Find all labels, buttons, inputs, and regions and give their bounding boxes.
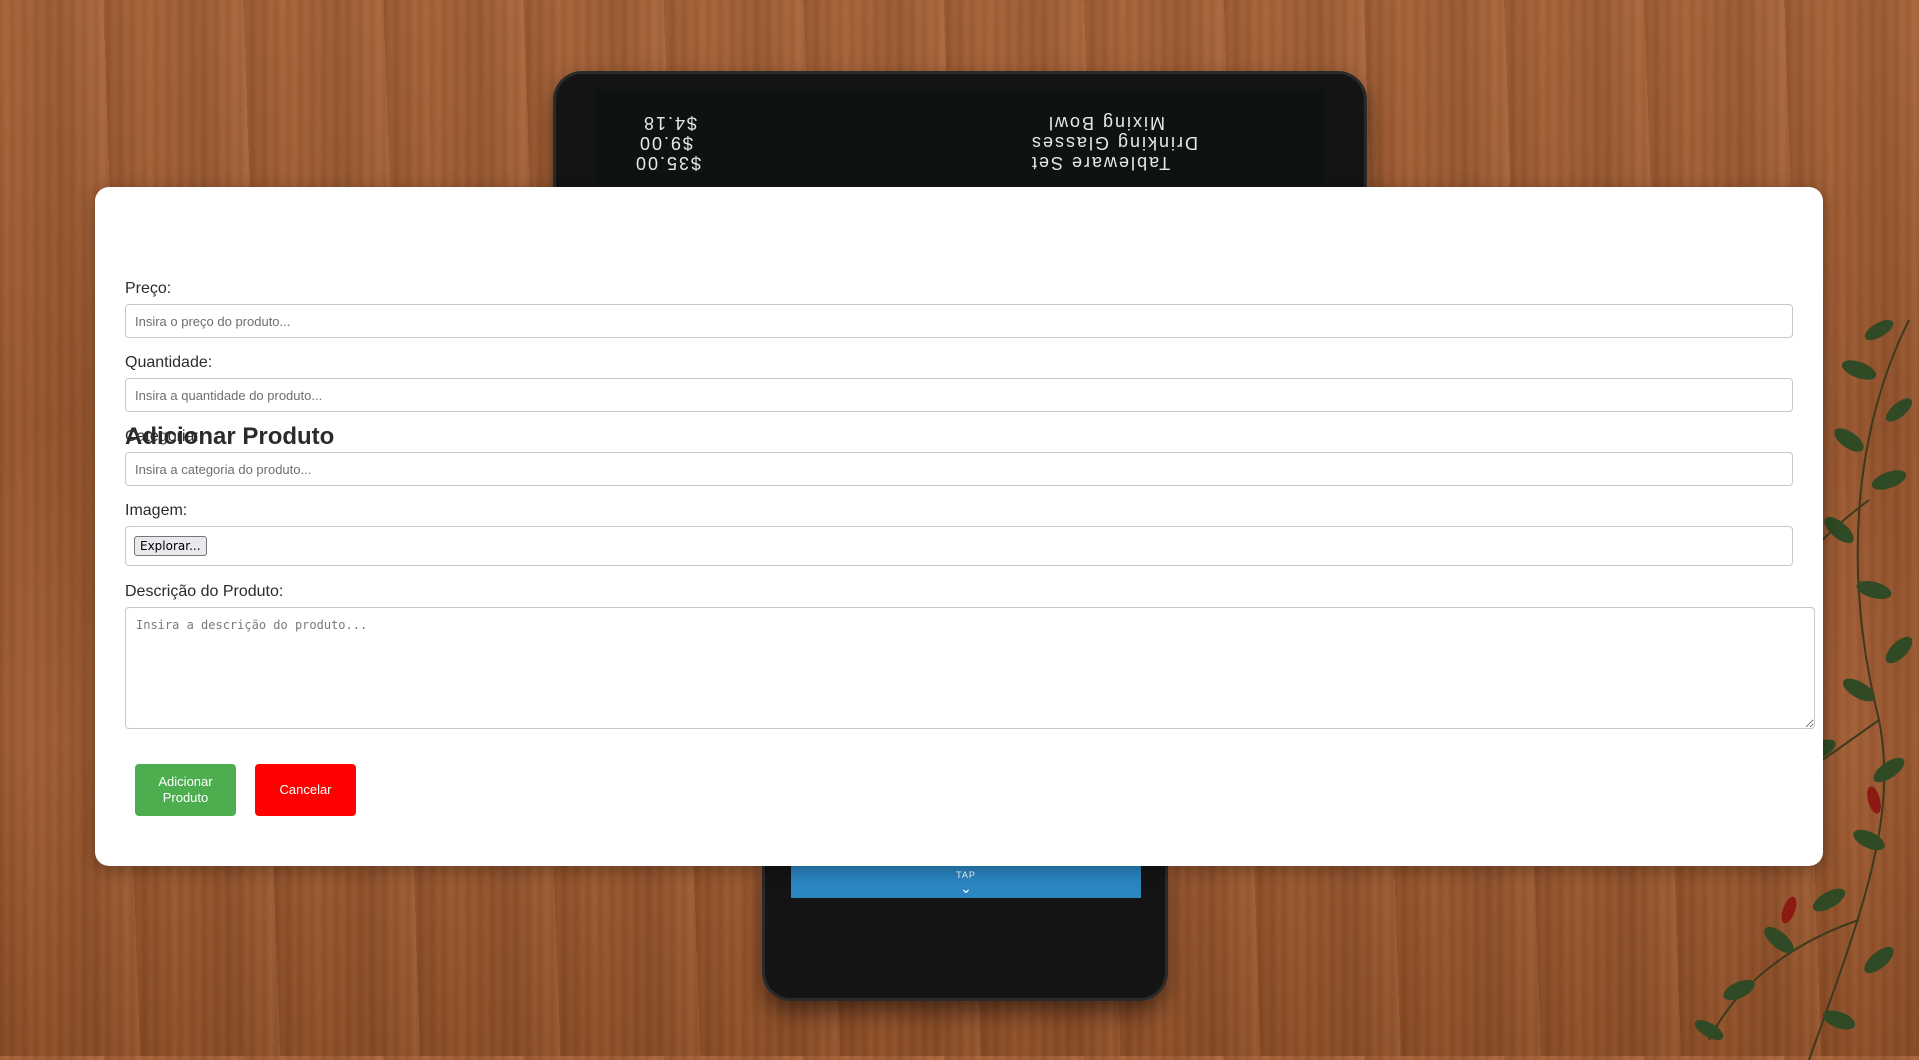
price-input[interactable] <box>125 304 1793 338</box>
browse-file-button[interactable]: Explorar... <box>134 536 207 556</box>
add-product-button[interactable]: Adicionar Produto <box>135 764 236 816</box>
image-file-input[interactable]: Explorar... <box>125 526 1793 566</box>
receipt-item-name: Tableware Set <box>1030 153 1171 173</box>
tap-bar: TAP ⌄ <box>791 866 1141 898</box>
add-product-modal: Adicionar Produto Preço: Quantidade: Cat… <box>95 187 1823 866</box>
receipt-item-name: Drinking Glasses <box>1030 133 1199 153</box>
category-label: Categoria: <box>125 428 199 445</box>
price-label: Preço: <box>125 280 172 297</box>
cancel-button[interactable]: Cancelar <box>255 764 356 816</box>
quantity-input[interactable] <box>125 378 1793 412</box>
category-input[interactable] <box>125 452 1793 486</box>
receipt-item-price: $9.00 <box>638 133 694 153</box>
background-tablet-bottom: TAP ⌄ <box>765 860 1165 998</box>
description-textarea[interactable] <box>125 607 1815 729</box>
tap-label: TAP <box>956 870 976 880</box>
quantity-label: Quantidade: <box>125 354 213 371</box>
chevron-down-icon: ⌄ <box>960 880 972 896</box>
image-label: Imagem: <box>125 502 188 519</box>
receipt-item-price: $35.00 <box>634 153 702 173</box>
receipt-item-price: $4.18 <box>642 113 698 133</box>
description-label: Descrição do Produto: <box>125 583 284 600</box>
receipt-item-name: Mixing Bowl <box>1047 113 1166 133</box>
